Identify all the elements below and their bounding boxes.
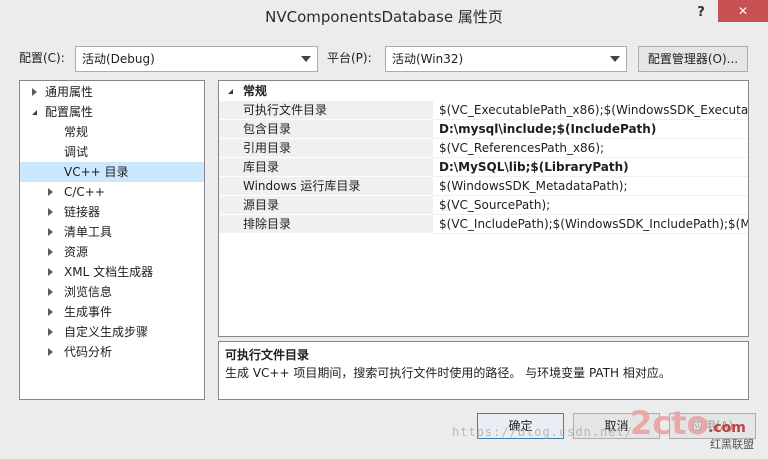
expand-icon[interactable] (48, 268, 53, 276)
property-value[interactable]: $(WindowsSDK_MetadataPath); (433, 177, 748, 196)
property-value[interactable]: $(VC_ReferencesPath_x86); (433, 139, 748, 158)
property-row[interactable]: 排除目录 $(VC_IncludePath);$(WindowsSDK_Inclu… (219, 215, 748, 234)
watermark-logo: 2cto .com 红黑联盟 (630, 404, 768, 456)
expand-icon[interactable] (48, 288, 53, 296)
watermark-logo-text: 2cto (630, 404, 709, 442)
tree-item[interactable]: 清单工具 (20, 222, 204, 242)
watermark-url: https://blog.csdn.net/ (452, 425, 633, 439)
config-combo-value: 活动(Debug) (82, 52, 155, 66)
tree-item[interactable]: 通用属性 (20, 82, 204, 102)
description-panel: 可执行文件目录 生成 VC++ 项目期间，搜索可执行文件时使用的路径。 与环境变… (218, 341, 749, 400)
description-text: 生成 VC++ 项目期间，搜索可执行文件时使用的路径。 与环境变量 PATH 相… (225, 366, 671, 380)
expand-icon[interactable] (48, 208, 53, 216)
property-name[interactable]: 引用目录 (219, 139, 433, 158)
property-value[interactable]: $(VC_SourcePath); (433, 196, 748, 215)
tree-item-label: 配置属性 (45, 105, 94, 119)
help-button[interactable]: ? (686, 0, 716, 26)
chevron-down-icon (610, 56, 620, 62)
tree-item[interactable]: 调试 (20, 142, 204, 162)
property-name[interactable]: Windows 运行库目录 (219, 177, 433, 196)
config-combo[interactable]: 活动(Debug) (75, 46, 318, 72)
expand-icon[interactable] (48, 248, 53, 256)
platform-combo[interactable]: 活动(Win32) (385, 46, 627, 72)
tree-item[interactable]: XML 文档生成器 (20, 262, 204, 282)
category-row[interactable]: 常规 (219, 81, 748, 101)
platform-label: 平台(P): (327, 51, 372, 65)
collapse-icon[interactable] (32, 110, 37, 115)
tree-item-label: 链接器 (64, 205, 101, 219)
property-row[interactable]: 源目录 $(VC_SourcePath); (219, 196, 748, 215)
property-value[interactable]: D:\MySQL\lib;$(LibraryPath) (433, 158, 748, 177)
expand-icon[interactable] (48, 328, 53, 336)
tree-item[interactable]: 代码分析 (20, 342, 204, 362)
title-bar: NVComponentsDatabase 属性页 ? ✕ (0, 0, 768, 34)
property-row[interactable]: 包含目录 D:\mysql\include;$(IncludePath) (219, 120, 748, 139)
property-value[interactable]: $(VC_IncludePath);$(WindowsSDK_IncludePa… (433, 215, 748, 234)
watermark-logo-cn: 红黑联盟 (710, 438, 754, 451)
window-title: NVComponentsDatabase 属性页 (265, 8, 503, 26)
expand-icon[interactable] (48, 348, 53, 356)
property-row[interactable]: 库目录 D:\MySQL\lib;$(LibraryPath) (219, 158, 748, 177)
property-name[interactable]: 源目录 (219, 196, 433, 215)
close-icon: ✕ (737, 4, 749, 18)
tree-item[interactable]: 配置属性 (20, 102, 204, 122)
tree-item[interactable]: 生成事件 (20, 302, 204, 322)
expand-icon[interactable] (48, 308, 53, 316)
property-grid: 常规 可执行文件目录 $(VC_ExecutablePath_x86);$(Win… (218, 80, 749, 337)
property-name[interactable]: 排除目录 (219, 215, 433, 234)
tree-item[interactable]: 资源 (20, 242, 204, 262)
property-tree[interactable]: 通用属性配置属性常规调试 VC++ 目录 C/C++ 链接器清单工具资源 XML 文档生… (19, 80, 205, 400)
tree-item-label: XML 文档生成器 (64, 265, 154, 279)
property-name[interactable]: 包含目录 (219, 120, 433, 139)
expand-icon[interactable] (48, 188, 53, 196)
tree-item[interactable]: 链接器 (20, 202, 204, 222)
tree-item-label: 代码分析 (64, 345, 113, 359)
config-label: 配置(C): (19, 51, 65, 65)
description-title: 可执行文件目录 (225, 348, 310, 362)
tree-item[interactable]: 常规 (20, 122, 204, 142)
property-name[interactable]: 库目录 (219, 158, 433, 177)
expand-icon[interactable] (32, 88, 37, 96)
config-manager-button[interactable]: 配置管理器(O)... (638, 46, 748, 72)
property-row[interactable]: 引用目录 $(VC_ReferencesPath_x86); (219, 139, 748, 158)
tree-item-label: C/C++ (64, 185, 105, 199)
platform-combo-value: 活动(Win32) (392, 52, 464, 66)
property-value[interactable]: D:\mysql\include;$(IncludePath) (433, 120, 748, 139)
tree-item[interactable]: VC++ 目录 (20, 162, 204, 182)
tree-item-label: 通用属性 (45, 85, 94, 99)
tree-item-label: 资源 (64, 245, 89, 259)
close-button[interactable]: ✕ (718, 0, 768, 22)
tree-item[interactable]: C/C++ (20, 182, 204, 202)
property-row[interactable]: 可执行文件目录 $(VC_ExecutablePath_x86);$(Window… (219, 101, 748, 120)
property-row[interactable]: Windows 运行库目录 $(WindowsSDK_MetadataPath); (219, 177, 748, 196)
expand-icon (228, 89, 233, 94)
tree-item-label: 清单工具 (64, 225, 113, 239)
tree-item[interactable]: 自定义生成步骤 (20, 322, 204, 342)
tree-item-label: 自定义生成步骤 (64, 325, 149, 339)
tree-item-label: VC++ 目录 (64, 165, 129, 179)
property-value[interactable]: $(VC_ExecutablePath_x86);$(WindowsSDK_Ex… (433, 101, 748, 120)
tree-item[interactable]: 浏览信息 (20, 282, 204, 302)
watermark-logo-sub: .com (708, 420, 746, 436)
expand-icon[interactable] (48, 228, 53, 236)
tree-item-label: 生成事件 (64, 305, 113, 319)
property-name[interactable]: 可执行文件目录 (219, 101, 433, 120)
chevron-down-icon (301, 56, 311, 62)
tree-item-label: 常规 (64, 125, 89, 139)
tree-item-label: 调试 (64, 145, 89, 159)
category-label: 常规 (243, 84, 268, 98)
tree-item-label: 浏览信息 (64, 285, 113, 299)
